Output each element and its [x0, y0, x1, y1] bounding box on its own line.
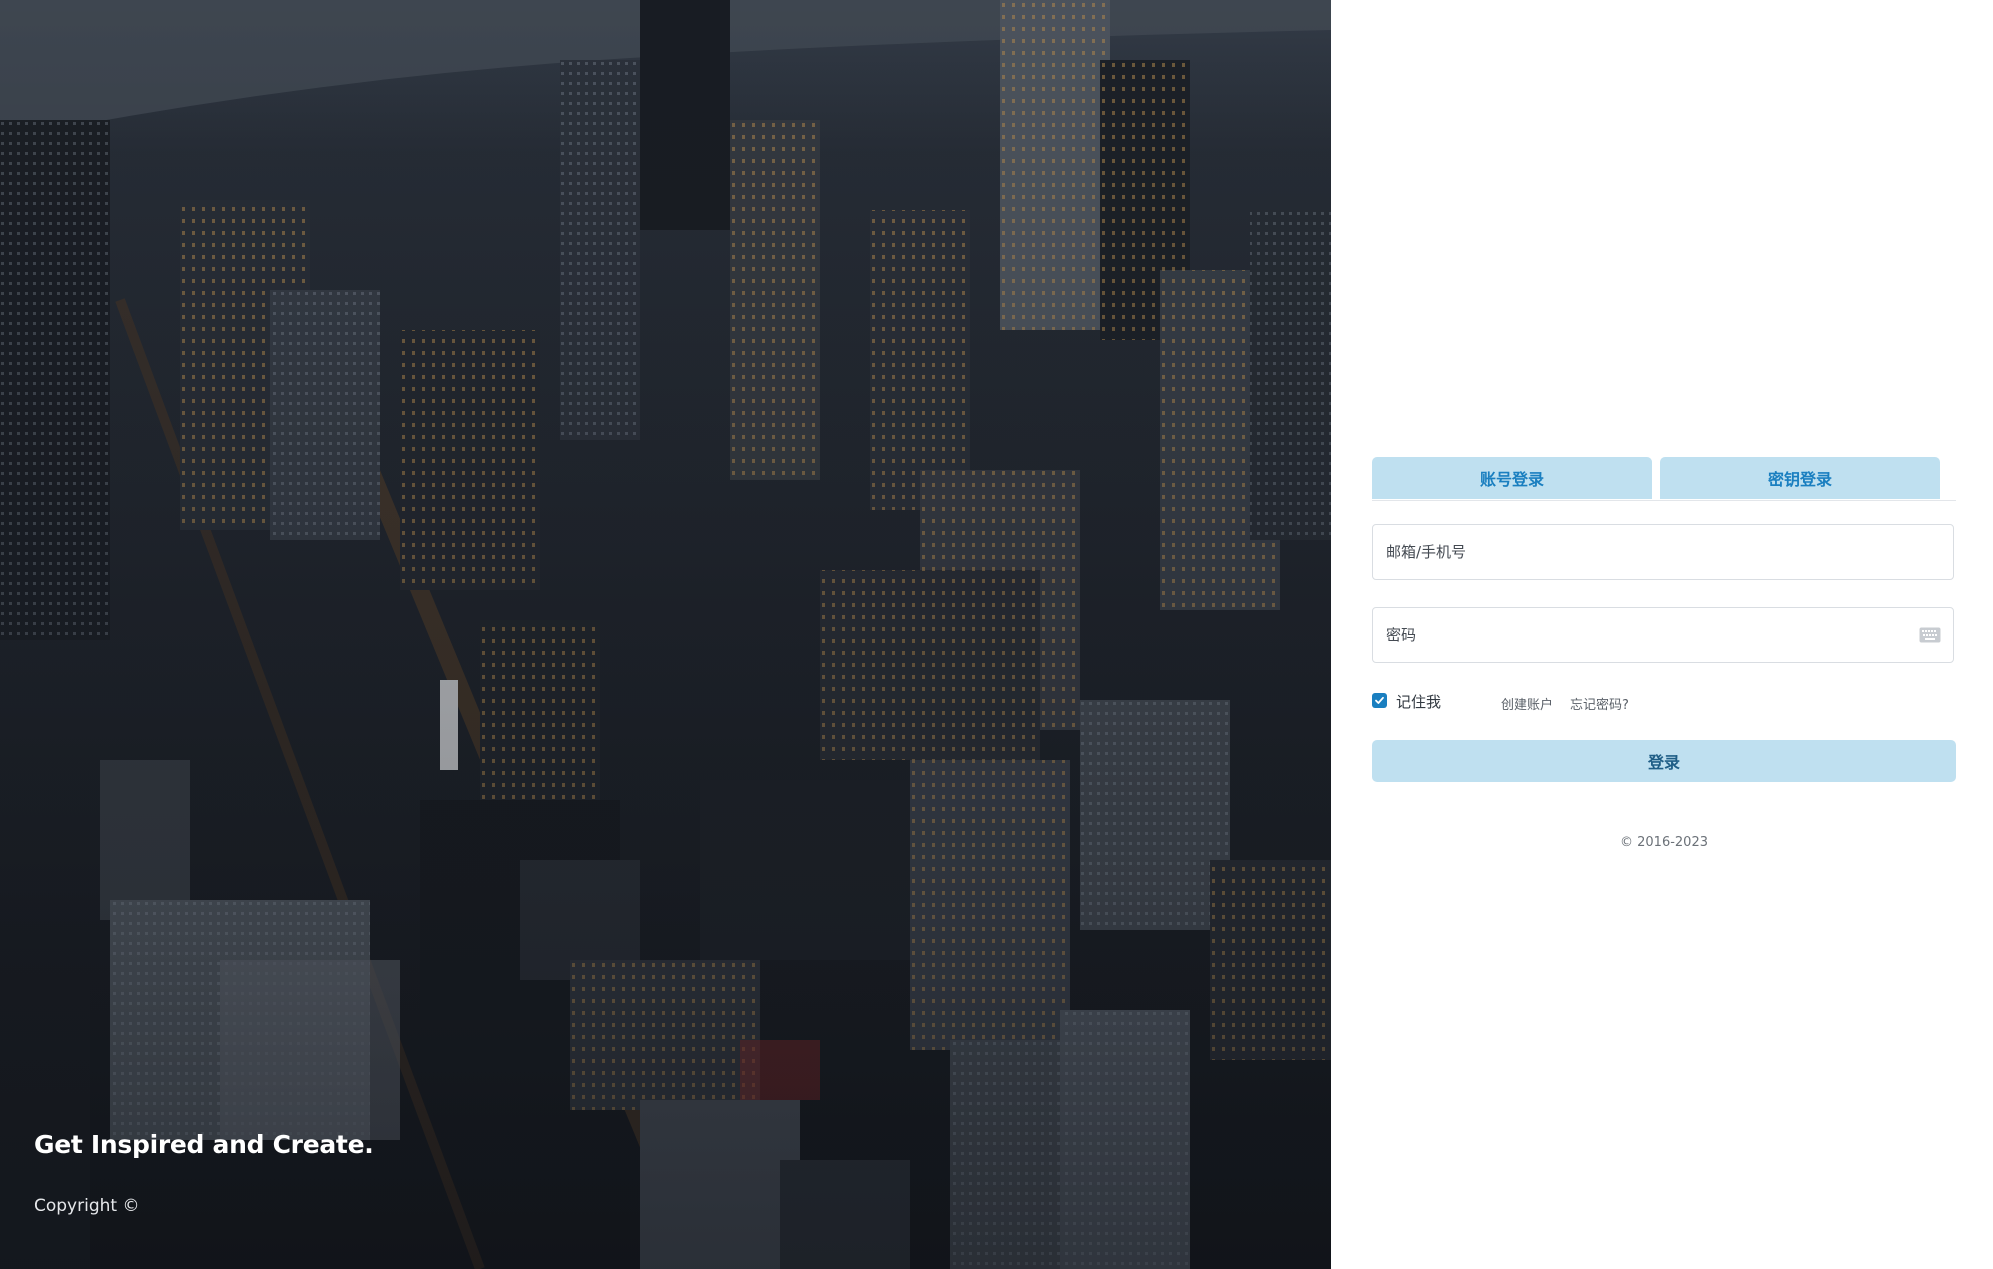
login-button[interactable]: 登录: [1372, 740, 1956, 782]
create-account-link[interactable]: 创建账户: [1501, 694, 1553, 713]
username-field-wrapper: [1372, 524, 1954, 580]
username-input[interactable]: [1373, 525, 1953, 579]
tab-account-login[interactable]: 账号登录: [1372, 457, 1652, 499]
login-page: Get Inspired and Create. Copyright © 账号登…: [0, 0, 1993, 1269]
tab-key-login[interactable]: 密钥登录: [1660, 457, 1940, 499]
hero-dark-overlay: [0, 0, 1331, 1269]
password-field-wrapper: [1372, 607, 1954, 663]
keyboard-icon[interactable]: [1919, 627, 1941, 643]
remember-label[interactable]: 记住我: [1396, 691, 1441, 712]
check-icon: [1375, 696, 1384, 704]
hero-copyright: Copyright ©: [34, 1196, 140, 1216]
remember-row: 记住我 创建账户 忘记密码?: [1372, 689, 1956, 713]
hero-tagline: Get Inspired and Create.: [34, 1130, 374, 1159]
footer-copyright-years: © 2016-2023: [1620, 835, 1708, 850]
forgot-password-link[interactable]: 忘记密码?: [1570, 694, 1629, 713]
login-panel: 账号登录 密钥登录 邮箱/手机号 记住我 创建账户 忘记密码? 登录 © 201…: [1331, 0, 1993, 1269]
login-tabs: 账号登录 密钥登录: [1372, 457, 1956, 501]
password-input[interactable]: [1373, 608, 1953, 662]
remember-checkbox[interactable]: [1372, 693, 1387, 708]
hero-panel: Get Inspired and Create. Copyright ©: [0, 0, 1331, 1269]
